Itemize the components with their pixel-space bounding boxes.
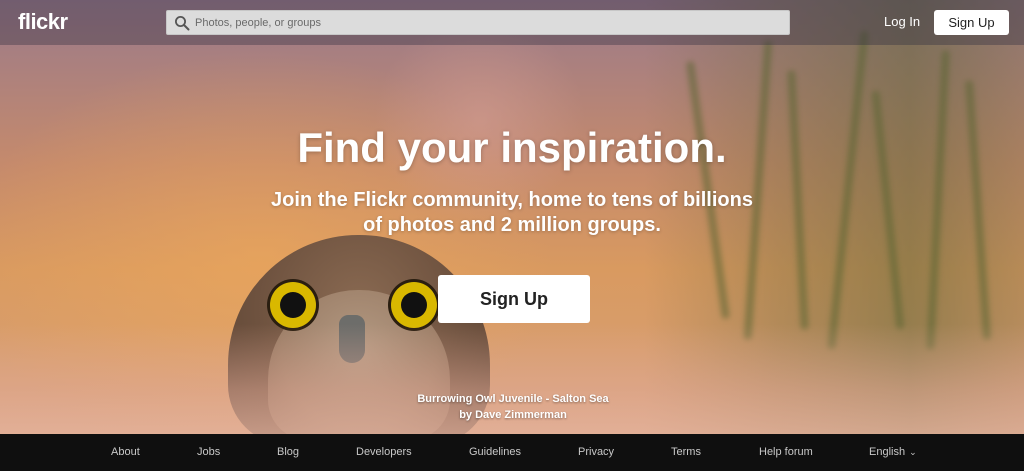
footer-link-privacy[interactable]: Privacy: [578, 446, 614, 458]
footer-link-developers[interactable]: Developers: [356, 446, 412, 458]
photo-credit: Burrowing Owl Juvenile - Salton Sea by D…: [398, 391, 628, 423]
owl-eye-right: [391, 282, 437, 328]
search-input[interactable]: [195, 11, 775, 34]
hero-subheadline-line-2: of photos and 2 million groups.: [363, 214, 661, 236]
hero-subheadline: Join the Flickr community, home to tens …: [262, 188, 762, 238]
hero-subheadline-line-1: Join the Flickr community, home to tens …: [271, 189, 753, 211]
footer-link-blog[interactable]: Blog: [277, 446, 299, 458]
footer-link-guidelines[interactable]: Guidelines: [469, 446, 521, 458]
footer-link-help-forum[interactable]: Help forum: [759, 446, 813, 458]
footer-link-terms[interactable]: Terms: [671, 446, 701, 458]
language-selector[interactable]: English ⌄: [869, 446, 917, 458]
owl-eye-left: [270, 282, 316, 328]
footer-link-jobs[interactable]: Jobs: [197, 446, 220, 458]
signup-button-top[interactable]: Sign Up: [934, 10, 1009, 35]
signup-button-hero[interactable]: Sign Up: [438, 275, 590, 323]
language-label: English: [869, 446, 906, 458]
top-navigation-bar: flickr Log In Sign Up: [0, 0, 1024, 45]
search-icon: [175, 16, 190, 31]
photo-credit-title[interactable]: Burrowing Owl Juvenile - Salton Sea: [398, 391, 628, 407]
photo-credit-author[interactable]: by Dave Zimmerman: [398, 407, 628, 423]
search-box[interactable]: [166, 10, 790, 35]
chevron-down-icon: ⌄: [909, 447, 917, 457]
login-link[interactable]: Log In: [884, 14, 920, 29]
footer-link-about[interactable]: About: [111, 446, 140, 458]
hero-headline: Find your inspiration.: [297, 124, 727, 171]
flickr-logo[interactable]: flickr: [18, 9, 68, 35]
footer: About Jobs Blog Developers Guidelines Pr…: [0, 434, 1024, 471]
